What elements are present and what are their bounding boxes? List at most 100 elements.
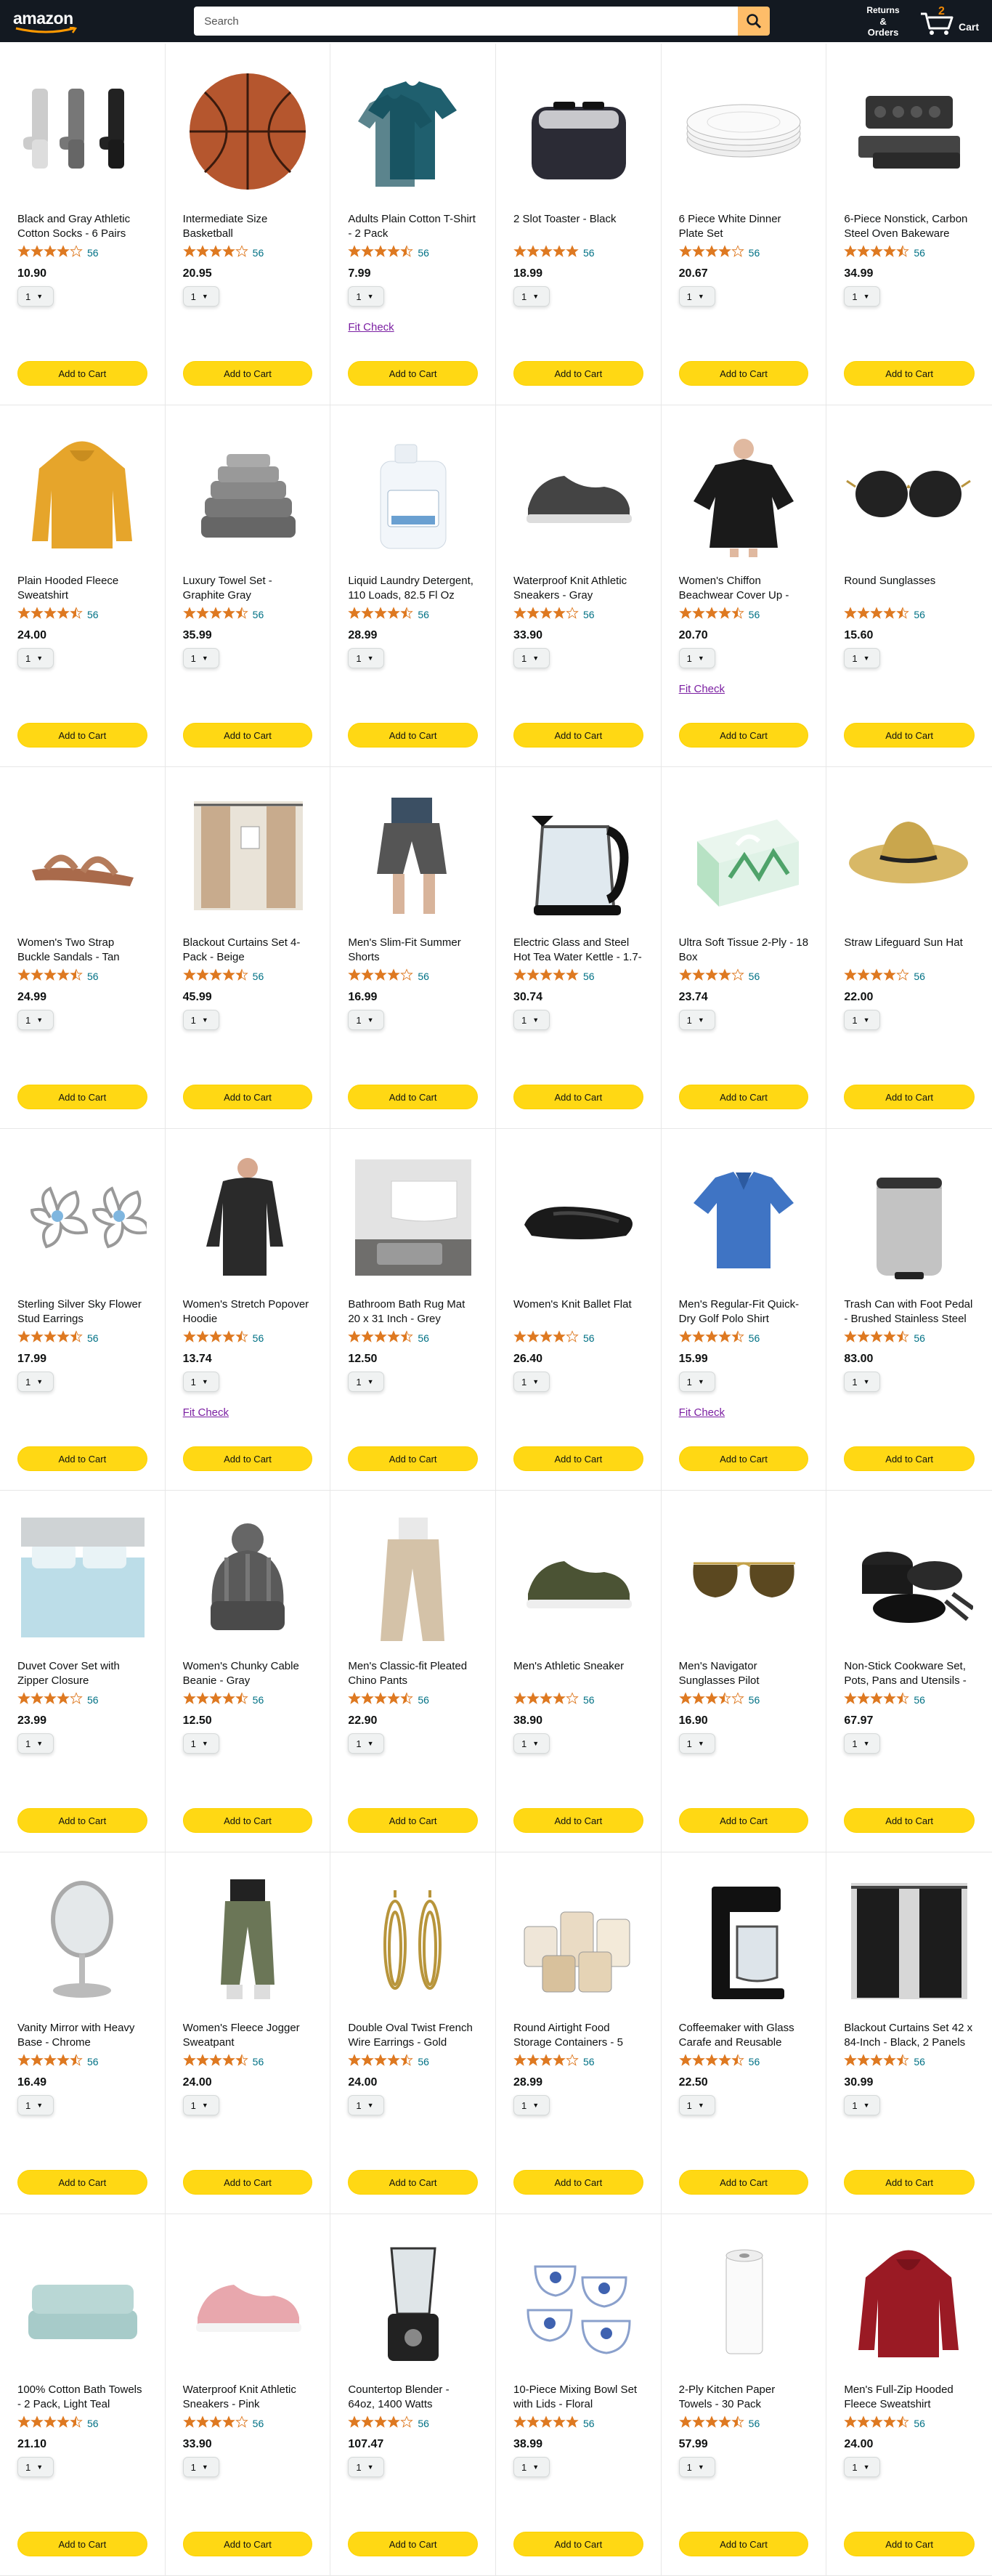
product-image[interactable]	[348, 1514, 477, 1643]
add-to-cart-button[interactable]: Add to Cart	[678, 1808, 809, 1833]
product-image[interactable]	[183, 2237, 312, 2367]
product-image[interactable]	[17, 429, 147, 558]
review-count[interactable]: 56	[583, 2056, 595, 2067]
product-rating[interactable]: 56	[348, 968, 478, 984]
add-to-cart-button[interactable]: Add to Cart	[678, 361, 809, 386]
add-to-cart-button[interactable]: Add to Cart	[17, 2170, 147, 2195]
quantity-select[interactable]: 1 ▼	[17, 1372, 54, 1392]
product-rating[interactable]: 56	[678, 244, 809, 260]
add-to-cart-button[interactable]: Add to Cart	[678, 2532, 809, 2556]
review-count[interactable]: 56	[583, 1332, 595, 1344]
product-rating[interactable]: 56	[182, 244, 313, 260]
review-count[interactable]: 56	[749, 1332, 760, 1344]
product-image[interactable]	[679, 429, 808, 558]
review-count[interactable]: 56	[914, 2056, 925, 2067]
add-to-cart-button[interactable]: Add to Cart	[17, 2532, 147, 2556]
add-to-cart-button[interactable]: Add to Cart	[17, 1808, 147, 1833]
add-to-cart-button[interactable]: Add to Cart	[844, 1808, 975, 1833]
review-count[interactable]: 56	[418, 609, 429, 620]
quantity-select[interactable]: 1 ▼	[17, 2457, 54, 2477]
review-count[interactable]: 56	[583, 247, 595, 259]
quantity-select[interactable]: 1 ▼	[844, 1010, 881, 1030]
product-image[interactable]	[17, 2237, 147, 2367]
product-rating[interactable]: 56	[678, 1691, 809, 1707]
quantity-select[interactable]: 1 ▼	[513, 1372, 550, 1392]
add-to-cart-button[interactable]: Add to Cart	[348, 2170, 478, 2195]
quantity-select[interactable]: 1 ▼	[678, 1372, 715, 1392]
add-to-cart-button[interactable]: Add to Cart	[513, 2532, 643, 2556]
add-to-cart-button[interactable]: Add to Cart	[513, 723, 643, 748]
fit-check-link[interactable]: Fit Check	[679, 683, 725, 695]
quantity-select[interactable]: 1 ▼	[513, 2095, 550, 2115]
product-image[interactable]	[513, 1514, 643, 1643]
quantity-select[interactable]: 1 ▼	[678, 648, 715, 668]
product-image[interactable]	[183, 1152, 312, 1281]
quantity-select[interactable]: 1 ▼	[182, 648, 219, 668]
quantity-select[interactable]: 1 ▼	[513, 2457, 550, 2477]
quantity-select[interactable]: 1 ▼	[513, 648, 550, 668]
quantity-select[interactable]: 1 ▼	[844, 648, 881, 668]
review-count[interactable]: 56	[583, 1694, 595, 1706]
quantity-select[interactable]: 1 ▼	[678, 2457, 715, 2477]
quantity-select[interactable]: 1 ▼	[513, 1733, 550, 1754]
product-image[interactable]	[679, 1876, 808, 2005]
quantity-select[interactable]: 1 ▼	[348, 648, 385, 668]
product-image[interactable]	[183, 67, 312, 196]
product-rating[interactable]: 56	[348, 2053, 478, 2069]
product-rating[interactable]: 56	[17, 2415, 147, 2431]
review-count[interactable]: 56	[87, 609, 99, 620]
review-count[interactable]: 56	[914, 2418, 925, 2429]
product-rating[interactable]: 56	[17, 244, 147, 260]
review-count[interactable]: 56	[253, 609, 264, 620]
review-count[interactable]: 56	[749, 609, 760, 620]
add-to-cart-button[interactable]: Add to Cart	[844, 1446, 975, 1471]
product-rating[interactable]: 56	[844, 968, 975, 984]
add-to-cart-button[interactable]: Add to Cart	[17, 1085, 147, 1109]
product-rating[interactable]: 56	[182, 1691, 313, 1707]
product-image[interactable]	[844, 2237, 973, 2367]
search-input[interactable]	[194, 7, 739, 36]
product-rating[interactable]: 56	[844, 1329, 975, 1345]
review-count[interactable]: 56	[418, 1332, 429, 1344]
product-rating[interactable]: 56	[182, 2053, 313, 2069]
review-count[interactable]: 56	[914, 1694, 925, 1706]
add-to-cart-button[interactable]: Add to Cart	[182, 723, 313, 748]
add-to-cart-button[interactable]: Add to Cart	[182, 2170, 313, 2195]
quantity-select[interactable]: 1 ▼	[182, 2095, 219, 2115]
review-count[interactable]: 56	[87, 2418, 99, 2429]
add-to-cart-button[interactable]: Add to Cart	[678, 1085, 809, 1109]
add-to-cart-button[interactable]: Add to Cart	[844, 2170, 975, 2195]
review-count[interactable]: 56	[749, 1694, 760, 1706]
add-to-cart-button[interactable]: Add to Cart	[182, 1085, 313, 1109]
review-count[interactable]: 56	[749, 2056, 760, 2067]
product-rating[interactable]: 56	[513, 244, 643, 260]
product-image[interactable]	[513, 1876, 643, 2005]
product-image[interactable]	[513, 2237, 643, 2367]
quantity-select[interactable]: 1 ▼	[17, 648, 54, 668]
quantity-select[interactable]: 1 ▼	[17, 1733, 54, 1754]
add-to-cart-button[interactable]: Add to Cart	[348, 361, 478, 386]
review-count[interactable]: 56	[253, 1332, 264, 1344]
review-count[interactable]: 56	[418, 1694, 429, 1706]
quantity-select[interactable]: 1 ▼	[348, 2095, 385, 2115]
quantity-select[interactable]: 1 ▼	[844, 2095, 881, 2115]
product-rating[interactable]: 56	[513, 606, 643, 622]
product-rating[interactable]: 56	[182, 1329, 313, 1345]
product-image[interactable]	[679, 2237, 808, 2367]
add-to-cart-button[interactable]: Add to Cart	[513, 2170, 643, 2195]
review-count[interactable]: 56	[914, 247, 925, 259]
product-rating[interactable]: 56	[844, 2415, 975, 2431]
product-image[interactable]	[183, 429, 312, 558]
add-to-cart-button[interactable]: Add to Cart	[844, 1085, 975, 1109]
product-image[interactable]	[844, 1876, 973, 2005]
product-rating[interactable]: 56	[348, 606, 478, 622]
quantity-select[interactable]: 1 ▼	[17, 286, 54, 307]
review-count[interactable]: 56	[253, 971, 264, 982]
review-count[interactable]: 56	[749, 247, 760, 259]
product-rating[interactable]: 56	[17, 2053, 147, 2069]
product-image[interactable]	[348, 2237, 477, 2367]
product-image[interactable]	[679, 67, 808, 196]
fit-check-link[interactable]: Fit Check	[679, 1406, 725, 1419]
quantity-select[interactable]: 1 ▼	[348, 2457, 385, 2477]
product-image[interactable]	[844, 67, 973, 196]
